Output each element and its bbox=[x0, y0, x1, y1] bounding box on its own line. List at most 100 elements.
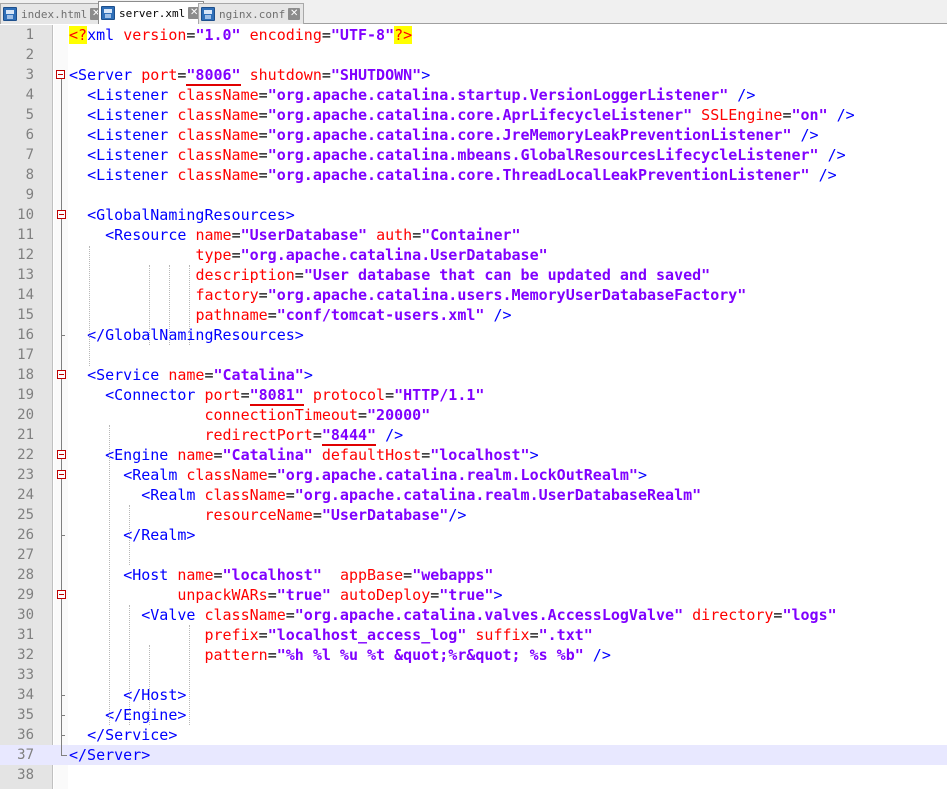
code-line[interactable]: 37 </Server> bbox=[0, 745, 947, 765]
code-line[interactable]: 10 <GlobalNamingResources> bbox=[0, 205, 947, 225]
line-number: 30 bbox=[17, 607, 34, 623]
code-token: port bbox=[141, 66, 178, 84]
code-token: /> bbox=[448, 506, 467, 524]
line-text[interactable]: unpackWARs="true" autoDeploy="true"> bbox=[69, 585, 502, 605]
line-text[interactable]: pattern="%h %l %u %t &quot;%r&quot; %s %… bbox=[69, 645, 610, 665]
line-text[interactable]: </Service> bbox=[69, 725, 177, 745]
code-line[interactable]: 27 bbox=[0, 545, 947, 565]
line-text[interactable]: </GlobalNamingResources> bbox=[69, 325, 304, 345]
line-text[interactable]: description="User database that can be u… bbox=[69, 265, 710, 285]
code-line[interactable]: 31 prefix="localhost_access_log" suffix=… bbox=[0, 625, 947, 645]
code-line[interactable]: 1 <?xml version="1.0" encoding="UTF-8"?> bbox=[0, 25, 947, 45]
code-line[interactable]: 3 <Server port="8006" shutdown="SHUTDOWN"… bbox=[0, 65, 947, 86]
line-text[interactable]: <Resource name="UserDatabase" auth="Cont… bbox=[69, 225, 520, 245]
code-line[interactable]: 5 <Listener className="org.apache.catali… bbox=[0, 105, 947, 125]
line-text[interactable]: <Realm className="org.apache.catalina.re… bbox=[69, 485, 701, 505]
code-token: "org.apache.catalina.valves.AccessLogVal… bbox=[294, 606, 684, 624]
code-token: </Engine> bbox=[105, 706, 187, 724]
line-text[interactable]: <Listener className="org.apache.catalina… bbox=[69, 165, 837, 185]
code-line[interactable]: 25 resourceName="UserDatabase"/> bbox=[0, 505, 947, 525]
code-line[interactable]: 38 bbox=[0, 765, 947, 785]
fold-minus-icon[interactable] bbox=[56, 70, 65, 79]
line-text[interactable]: <Connector port="8081" protocol="HTTP/1.… bbox=[69, 385, 484, 406]
code-line[interactable]: 9 bbox=[0, 185, 947, 205]
line-text[interactable]: <?xml version="1.0" encoding="UTF-8"?> bbox=[69, 25, 413, 45]
line-text[interactable]: <Service name="Catalina"> bbox=[69, 365, 313, 385]
line-text[interactable]: </Realm> bbox=[69, 525, 195, 545]
line-text[interactable]: <Engine name="Catalina" defaultHost="loc… bbox=[69, 445, 539, 465]
code-line[interactable]: 17 bbox=[0, 345, 947, 365]
line-text[interactable]: pathname="conf/tomcat-users.xml" /> bbox=[69, 305, 511, 325]
line-text[interactable]: </Engine> bbox=[69, 705, 186, 725]
line-text[interactable]: type="org.apache.catalina.UserDatabase" bbox=[69, 245, 547, 265]
code-line[interactable]: 35 </Engine> bbox=[0, 705, 947, 725]
code-line[interactable]: 11 <Resource name="UserDatabase" auth="C… bbox=[0, 225, 947, 245]
line-text[interactable]: <Listener className="org.apache.catalina… bbox=[69, 85, 755, 105]
code-line[interactable]: 15 pathname="conf/tomcat-users.xml" /> bbox=[0, 305, 947, 325]
code-line[interactable]: 23 <Realm className="org.apache.catalina… bbox=[0, 465, 947, 485]
code-line[interactable]: 4 <Listener className="org.apache.catali… bbox=[0, 85, 947, 105]
code-line[interactable]: 30 <Valve className="org.apache.catalina… bbox=[0, 605, 947, 625]
code-line[interactable]: 21 redirectPort="8444" /> bbox=[0, 425, 947, 446]
fold-minus-icon[interactable] bbox=[57, 370, 66, 379]
line-text[interactable]: prefix="localhost_access_log" suffix=".t… bbox=[69, 625, 592, 645]
code-area[interactable]: 1 <?xml version="1.0" encoding="UTF-8"?> 2… bbox=[0, 25, 947, 785]
line-text[interactable]: <GlobalNamingResources> bbox=[69, 205, 295, 225]
fold-marker bbox=[56, 525, 68, 545]
code-line[interactable]: 22 <Engine name="Catalina" defaultHost="… bbox=[0, 445, 947, 465]
code-line[interactable]: 2 bbox=[0, 45, 947, 65]
code-line[interactable]: 12 type="org.apache.catalina.UserDatabas… bbox=[0, 245, 947, 265]
tab-label: index.html bbox=[21, 7, 88, 21]
code-line[interactable]: 8 <Listener className="org.apache.catali… bbox=[0, 165, 947, 185]
line-number: 33 bbox=[17, 667, 34, 683]
line-text[interactable]: <Listener className="org.apache.catalina… bbox=[69, 105, 855, 125]
tab-index-html[interactable]: index.html ✕ bbox=[0, 3, 107, 24]
fold-minus-icon[interactable] bbox=[57, 450, 66, 459]
line-text[interactable]: factory="org.apache.catalina.users.Memor… bbox=[69, 285, 746, 305]
code-line[interactable]: 20 connectionTimeout="20000" bbox=[0, 405, 947, 425]
code-line[interactable]: 14 factory="org.apache.catalina.users.Me… bbox=[0, 285, 947, 305]
code-line[interactable]: 13 description="User database that can b… bbox=[0, 265, 947, 285]
code-line[interactable]: 19 <Connector port="8081" protocol="HTTP… bbox=[0, 385, 947, 406]
line-number: 28 bbox=[17, 567, 34, 583]
tab-server-xml[interactable]: server.xml ✕ bbox=[98, 1, 205, 24]
line-text[interactable]: <Server port="8006" shutdown="SHUTDOWN"> bbox=[69, 65, 430, 86]
line-text[interactable]: connectionTimeout="20000" bbox=[69, 405, 430, 425]
code-line[interactable]: 6 <Listener className="org.apache.catali… bbox=[0, 125, 947, 145]
line-text[interactable]: <Realm className="org.apache.catalina.re… bbox=[69, 465, 647, 485]
code-line[interactable]: 24 <Realm className="org.apache.catalina… bbox=[0, 485, 947, 505]
code-line[interactable]: 18 <Service name="Catalina"> bbox=[0, 365, 947, 385]
indent-guide bbox=[129, 605, 130, 725]
fold-minus-icon[interactable] bbox=[57, 590, 66, 599]
line-text[interactable]: <Listener className="org.apache.catalina… bbox=[69, 145, 846, 165]
code-line[interactable]: 33 bbox=[0, 665, 947, 685]
line-text[interactable]: <Host name="localhost" appBase="webapps" bbox=[69, 565, 493, 585]
fold-minus-icon[interactable] bbox=[57, 470, 66, 479]
code-editor[interactable]: 1 <?xml version="1.0" encoding="UTF-8"?> 2… bbox=[0, 25, 947, 789]
line-text[interactable]: redirectPort="8444" /> bbox=[69, 425, 403, 446]
line-text[interactable]: </Server> bbox=[69, 745, 150, 765]
code-token: > bbox=[529, 446, 539, 464]
code-line[interactable]: 26 </Realm> bbox=[0, 525, 947, 545]
code-token: "on" bbox=[791, 106, 828, 124]
code-line[interactable]: 28 <Host name="localhost" appBase="webap… bbox=[0, 565, 947, 585]
code-line[interactable]: 36 </Service> bbox=[0, 725, 947, 745]
fold-minus-icon[interactable] bbox=[57, 210, 66, 219]
line-text[interactable]: <Listener className="org.apache.catalina… bbox=[69, 125, 819, 145]
code-line[interactable]: 16 </GlobalNamingResources> bbox=[0, 325, 947, 345]
code-line[interactable]: 32 pattern="%h %l %u %t &quot;%r&quot; %… bbox=[0, 645, 947, 665]
code-line[interactable]: 7 <Listener className="org.apache.catali… bbox=[0, 145, 947, 165]
code-line[interactable]: 34 </Host> bbox=[0, 685, 947, 705]
code-token: className bbox=[177, 86, 259, 104]
code-line[interactable]: 29 unpackWARs="true" autoDeploy="true"> bbox=[0, 585, 947, 605]
code-token: "Catalina" bbox=[222, 446, 313, 464]
line-text[interactable]: </Host> bbox=[69, 685, 186, 705]
close-icon[interactable]: ✕ bbox=[288, 8, 301, 20]
code-token: = bbox=[403, 566, 413, 584]
line-text[interactable]: <Valve className="org.apache.catalina.va… bbox=[69, 605, 836, 625]
tab-nginx-conf[interactable]: nginx.conf ✕ bbox=[198, 3, 305, 24]
code-token: "Catalina" bbox=[213, 366, 304, 384]
